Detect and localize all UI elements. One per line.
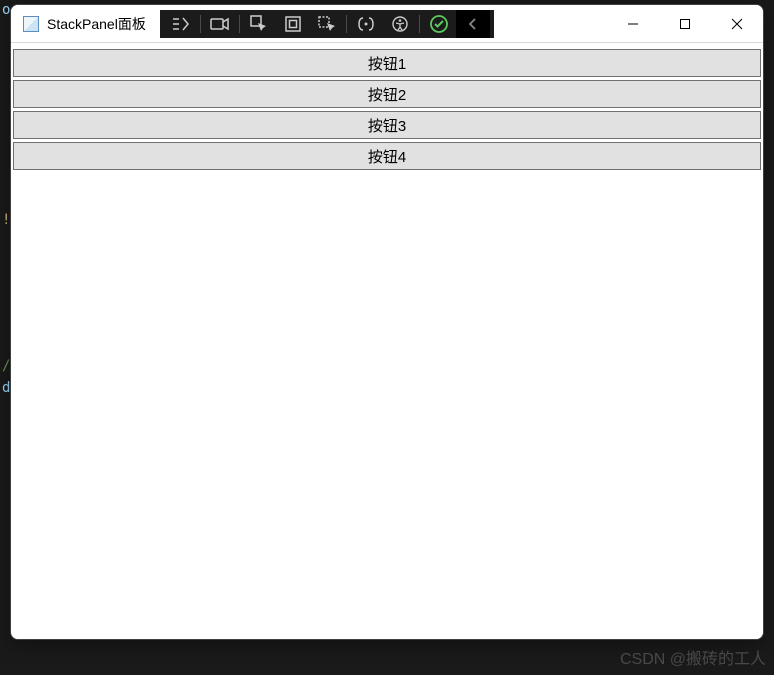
- hot-reload-icon[interactable]: [422, 10, 456, 38]
- separator: [346, 15, 347, 33]
- track-focus-icon[interactable]: [310, 10, 344, 38]
- button-4[interactable]: 按钮4: [13, 142, 761, 170]
- go-to-live-tree-icon[interactable]: [164, 10, 198, 38]
- select-element-icon[interactable]: [242, 10, 276, 38]
- watermark: CSDN @搬砖的工人: [620, 645, 766, 669]
- titlebar[interactable]: StackPanel面板: [11, 5, 763, 43]
- button-2[interactable]: 按钮2: [13, 80, 761, 108]
- app-icon: [23, 16, 39, 32]
- xaml-binding-icon[interactable]: [349, 10, 383, 38]
- accessibility-icon[interactable]: [383, 10, 417, 38]
- client-area: 按钮1 按钮2 按钮3 按钮4: [11, 43, 763, 639]
- minimize-button[interactable]: [607, 5, 659, 42]
- window-controls: [607, 5, 763, 42]
- button-1[interactable]: 按钮1: [13, 49, 761, 77]
- window-title: StackPanel面板: [47, 14, 146, 34]
- separator: [239, 15, 240, 33]
- app-window: StackPanel面板: [10, 4, 764, 640]
- maximize-button[interactable]: [659, 5, 711, 42]
- display-layout-icon[interactable]: [276, 10, 310, 38]
- debug-toolbar: [160, 10, 494, 38]
- close-button[interactable]: [711, 5, 763, 42]
- stack-panel: 按钮1 按钮2 按钮3 按钮4: [13, 49, 761, 170]
- button-3[interactable]: 按钮3: [13, 111, 761, 139]
- toggle-recorder-icon[interactable]: [203, 10, 237, 38]
- separator: [200, 15, 201, 33]
- chevron-left-icon[interactable]: [456, 10, 490, 38]
- separator: [419, 15, 420, 33]
